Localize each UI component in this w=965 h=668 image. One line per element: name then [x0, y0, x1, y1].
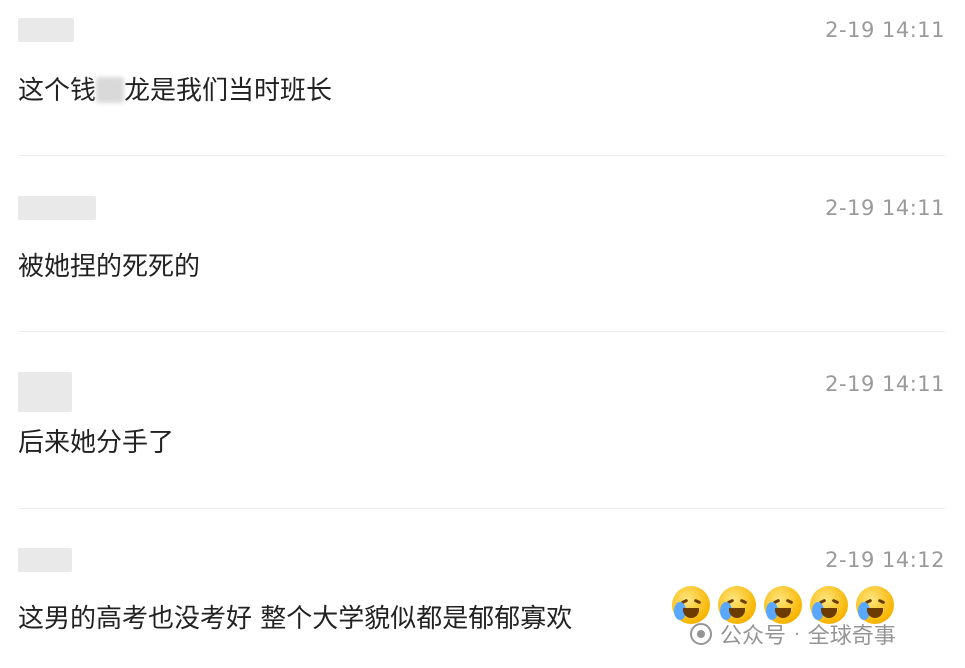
comment-text-part: 龙是我们当时班长 [124, 76, 333, 106]
comment-item: 2-19 14:11 这个钱 龙是我们当时班长 [0, 18, 965, 158]
comment-item: 2-19 14:11 被她捏的死死的 [0, 196, 965, 336]
comment-text: 被她捏的死死的 [18, 252, 201, 282]
watermark-right: 全球奇事 [807, 624, 896, 649]
wechat-official-account-icon [690, 623, 712, 645]
comment-text: 这男的高考也没考好 整个大学貌似都是郁郁寡欢 [18, 604, 573, 634]
divider [18, 331, 945, 332]
divider [18, 155, 945, 156]
username-redacted [18, 372, 72, 412]
redacted-blur [96, 77, 125, 103]
username-redacted [18, 18, 74, 42]
comment-time: 2-19 14:12 [825, 548, 945, 572]
watermark-left: 公众号 [720, 624, 787, 649]
comment-list: 2-19 14:11 这个钱 龙是我们当时班长 2-19 14:11 被她捏的死死… [0, 0, 965, 668]
watermark: 公众号 · 全球奇事 [690, 618, 896, 650]
watermark-separator: · [794, 623, 800, 645]
comment-time: 2-19 14:11 [825, 196, 945, 220]
comment-text-part: 这个钱 [18, 76, 97, 106]
comment-time: 2-19 14:11 [825, 18, 945, 42]
comment-text: 这个钱 龙是我们当时班长 [18, 70, 332, 107]
divider [18, 508, 945, 509]
comment-time: 2-19 14:11 [825, 372, 945, 396]
comment-text: 后来她分手了 [18, 428, 175, 458]
comment-item: 2-19 14:11 后来她分手了 [0, 372, 965, 512]
username-redacted [18, 196, 96, 220]
username-redacted [18, 548, 72, 572]
